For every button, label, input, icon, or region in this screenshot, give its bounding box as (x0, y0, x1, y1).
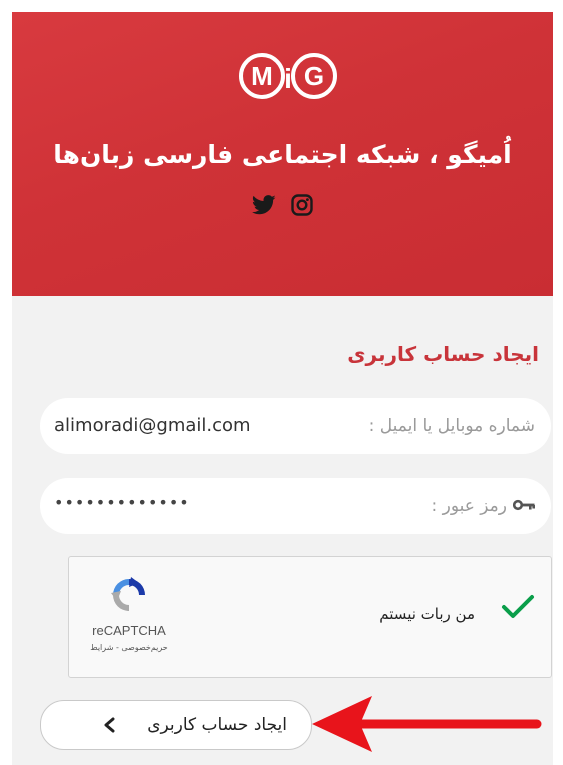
password-value: ••••••••••••• (54, 493, 190, 512)
header-banner: M i G اُمیگو ، شبکه اجتماعی فارسی زبان‌ه… (12, 12, 553, 296)
captcha-label: من ربات نیستم (379, 605, 475, 623)
site-title: اُمیگو ، شبکه اجتماعی فارسی زبان‌ها (53, 140, 512, 169)
key-icon (512, 478, 535, 534)
svg-text:M: M (251, 61, 273, 91)
mig-logo: M i G (239, 53, 337, 99)
password-label-wrap: رمز عبور : (431, 478, 535, 534)
svg-text:G: G (304, 61, 324, 91)
recaptcha-logo: reCAPTCHA حریم‌خصوصی - شرایط (89, 575, 169, 652)
signup-panel: M i G اُمیگو ، شبکه اجتماعی فارسی زبان‌ه… (12, 12, 553, 765)
password-label: رمز عبور : (431, 496, 508, 516)
email-field[interactable]: شماره موبایل یا ایمیل : alimoradi@gmail.… (40, 398, 551, 454)
recaptcha-widget: reCAPTCHA حریم‌خصوصی - شرایط من ربات نیس… (68, 556, 552, 678)
email-label: شماره موبایل یا ایمیل : (368, 416, 535, 436)
svg-text:i: i (284, 63, 292, 94)
create-account-button[interactable]: ایجاد حساب کاربری (40, 700, 312, 750)
email-value: alimoradi@gmail.com (54, 415, 251, 436)
create-account-label: ایجاد حساب کاربری (147, 715, 287, 735)
recaptcha-brand: reCAPTCHA (92, 623, 166, 638)
recaptcha-links[interactable]: حریم‌خصوصی - شرایط (89, 643, 169, 652)
password-field[interactable]: رمز عبور : ••••••••••••• (40, 478, 551, 534)
annotation-arrow (312, 696, 542, 752)
instagram-icon[interactable] (291, 194, 313, 220)
recaptcha-icon (111, 577, 145, 611)
chevron-left-icon (103, 717, 115, 737)
page: M i G اُمیگو ، شبکه اجتماعی فارسی زبان‌ه… (0, 0, 563, 765)
form-title: ایجاد حساب کاربری (347, 342, 539, 366)
twitter-icon[interactable] (251, 195, 276, 219)
captcha-checkmark-icon[interactable] (501, 593, 535, 625)
social-links (12, 194, 553, 220)
